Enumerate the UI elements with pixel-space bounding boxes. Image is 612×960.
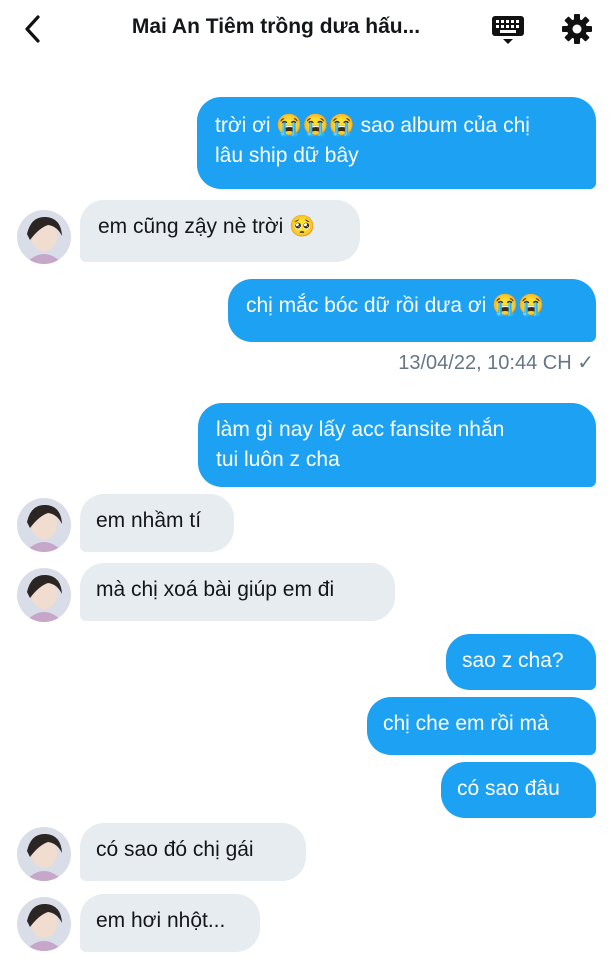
message-text: em hơi nhột... — [96, 909, 226, 932]
conversation-title: Mai An Tiêm trồng dưa hấu... — [131, 15, 421, 38]
message-text: sao z cha? — [462, 649, 564, 672]
message-text: có sao đâu — [457, 777, 560, 800]
avatar[interactable] — [17, 827, 71, 881]
avatar[interactable] — [17, 210, 71, 264]
message-text-line: tui luôn z cha — [216, 448, 340, 471]
avatar[interactable] — [17, 897, 71, 951]
received-message-bubble[interactable]: em cũng zậy nè trời 🥺 — [80, 200, 360, 262]
message-text: có sao đó chị gái — [96, 838, 254, 861]
avatar[interactable] — [17, 568, 71, 622]
settings-button[interactable] — [561, 13, 593, 45]
sent-message-bubble[interactable]: chị mắc bóc dữ rồi dưa ơi 😭😭 — [228, 279, 596, 342]
sent-message-bubble[interactable]: làm gì nay lấy acc fansite nhắn tui luôn… — [198, 403, 596, 487]
message-text-line: trời ơi 😭😭😭 sao album của chị — [215, 114, 530, 137]
gear-icon — [562, 14, 592, 44]
conversation-header: Mai An Tiêm trồng dưa hấu... — [0, 0, 612, 60]
avatar-photo — [17, 827, 71, 881]
message-timestamp: 13/04/22, 10:44 CH ✓ — [398, 352, 594, 374]
sent-message-bubble[interactable]: có sao đâu — [441, 762, 596, 818]
back-button[interactable] — [18, 12, 50, 46]
sent-message-bubble[interactable]: chị che em rồi mà — [367, 697, 596, 755]
message-text: em cũng zậy nè trời 🥺 — [98, 215, 316, 238]
avatar[interactable] — [17, 498, 71, 552]
sent-message-bubble[interactable]: trời ơi 😭😭😭 sao album của chị lâu ship d… — [197, 97, 596, 189]
message-text: em nhầm tí — [96, 509, 202, 532]
received-message-bubble[interactable]: em hơi nhột... — [80, 894, 260, 952]
message-text: chị che em rồi mà — [383, 712, 549, 735]
chevron-left-icon — [25, 15, 40, 43]
received-message-bubble[interactable]: có sao đó chị gái — [80, 823, 306, 881]
avatar-photo — [17, 897, 71, 951]
sent-message-bubble[interactable]: sao z cha? — [446, 634, 596, 690]
keyboard-icon — [492, 16, 524, 44]
avatar-photo — [17, 568, 71, 622]
message-text-line: lâu ship dữ bây — [215, 144, 359, 167]
avatar-photo — [17, 498, 71, 552]
received-message-bubble[interactable]: mà chị xoá bài giúp em đi — [80, 563, 395, 621]
message-text-line: làm gì nay lấy acc fansite nhắn — [216, 418, 505, 441]
received-message-bubble[interactable]: em nhầm tí — [80, 494, 234, 552]
keyboard-button[interactable] — [491, 14, 525, 46]
message-text: chị mắc bóc dữ rồi dưa ơi 😭😭 — [246, 294, 545, 317]
avatar-photo — [17, 210, 71, 264]
message-text: mà chị xoá bài giúp em đi — [96, 578, 335, 601]
